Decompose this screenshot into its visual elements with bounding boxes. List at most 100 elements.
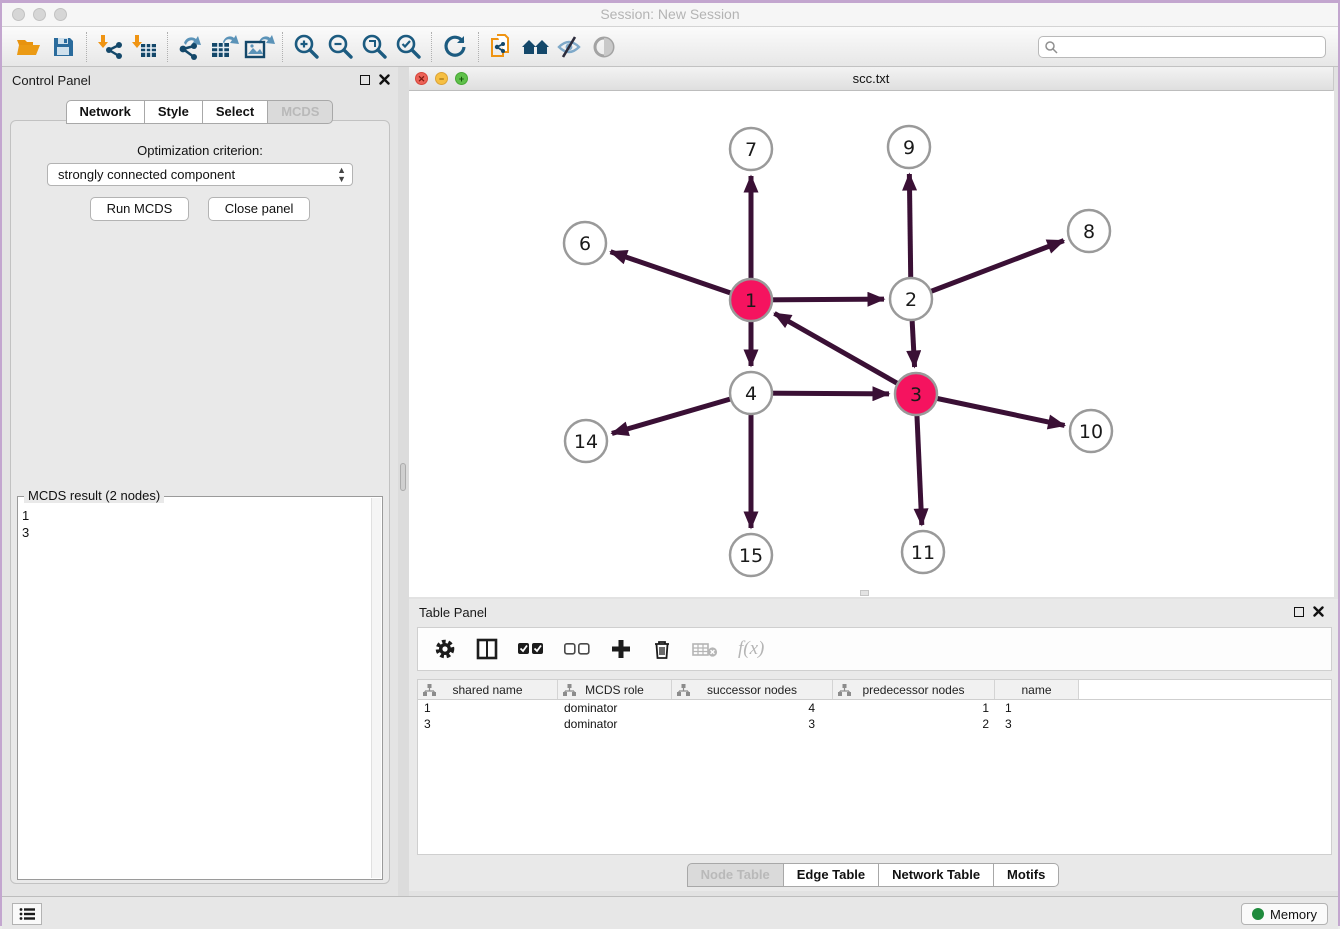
toolbar-separator: [431, 32, 432, 62]
tab-motifs[interactable]: Motifs: [993, 863, 1059, 887]
column-label: successor nodes: [707, 683, 797, 697]
column-header-name[interactable]: name: [995, 680, 1079, 699]
table-toolbar: f(x): [417, 627, 1332, 671]
column-header-mcds-role[interactable]: MCDS role: [558, 680, 672, 699]
close-panel-icon[interactable]: [379, 74, 390, 85]
export-table-button[interactable]: [208, 32, 242, 62]
zoom-in-button[interactable]: [289, 32, 323, 62]
column-label: predecessor nodes: [862, 683, 964, 697]
zoom-out-button[interactable]: [323, 32, 357, 62]
import-table-icon: [130, 33, 158, 61]
cell-shared-name[interactable]: 1: [418, 700, 558, 716]
tab-network-table[interactable]: Network Table: [878, 863, 994, 887]
mcds-result-list[interactable]: 1 3: [22, 507, 370, 877]
column-header-successor-nodes[interactable]: successor nodes: [672, 680, 833, 699]
node-label-8: 8: [1083, 221, 1095, 243]
import-network-button[interactable]: [93, 32, 127, 62]
network-window-titlebar[interactable]: ✕ − + scc.txt: [409, 67, 1333, 91]
cell-successor-nodes[interactable]: 4: [672, 700, 833, 716]
splitter-grip[interactable]: [400, 463, 406, 491]
float-panel-icon[interactable]: [360, 75, 370, 85]
refresh-icon: [442, 34, 468, 60]
tab-network[interactable]: Network: [66, 100, 145, 124]
column-header-predecessor-nodes[interactable]: predecessor nodes: [833, 680, 995, 699]
tab-edge-table[interactable]: Edge Table: [783, 863, 879, 887]
import-network-icon: [96, 33, 124, 61]
table-row[interactable]: 1 dominator 4 1 1: [418, 700, 1331, 716]
select-all-checkboxes-button[interactable]: [518, 642, 544, 656]
toggle-panel-button columns-icon[interactable]: [476, 638, 498, 660]
list-icon: [19, 907, 35, 921]
run-mcds-button[interactable]: Run MCDS: [90, 197, 190, 221]
cell-predecessor-nodes[interactable]: 1: [833, 700, 995, 716]
close-table-panel-icon[interactable]: [1313, 606, 1324, 617]
toolbar-separator: [282, 32, 283, 62]
export-image-button[interactable]: [242, 32, 276, 62]
refresh-button[interactable]: [438, 32, 472, 62]
delete-column-button trash-icon[interactable]: [652, 638, 672, 660]
column-header-shared-name[interactable]: shared name: [418, 680, 558, 699]
zoom-selected-button[interactable]: [391, 32, 425, 62]
hide-selected-button[interactable]: [553, 32, 587, 62]
table-settings-button gear-icon[interactable]: [434, 638, 456, 660]
vertical-splitter[interactable]: [398, 67, 409, 896]
duplicate-network-button[interactable]: [485, 32, 519, 62]
tab-select[interactable]: Select: [202, 100, 268, 124]
export-network-button[interactable]: [174, 32, 208, 62]
add-column-button plus-icon[interactable]: [610, 638, 632, 660]
delete-table-button[interactable]: [692, 640, 718, 658]
column-label: name: [1021, 683, 1051, 697]
node-label-11: 11: [911, 542, 935, 564]
first-neighbors-button[interactable]: [519, 32, 553, 62]
memory-button[interactable]: Memory: [1241, 903, 1328, 925]
column-label: MCDS role: [585, 683, 644, 697]
table-row[interactable]: 3 dominator 3 2 3: [418, 716, 1331, 732]
close-panel-button[interactable]: Close panel: [208, 197, 311, 221]
zoom-fit-button[interactable]: [357, 32, 391, 62]
float-table-panel-icon[interactable]: [1294, 607, 1304, 617]
criterion-select[interactable]: strongly connected component ▲▼: [47, 163, 353, 186]
tab-mcds[interactable]: MCDS: [267, 100, 333, 124]
search-box[interactable]: [1038, 36, 1326, 58]
control-panel-title: Control Panel: [12, 73, 91, 88]
cell-name[interactable]: 3: [995, 716, 1079, 732]
task-history-button[interactable]: [12, 903, 42, 925]
show-hidden-button[interactable]: [587, 32, 621, 62]
network-graph-canvas[interactable]: 7968124314101511: [409, 91, 1334, 597]
cell-successor-nodes[interactable]: 3: [672, 716, 833, 732]
cell-shared-name[interactable]: 3: [418, 716, 558, 732]
mcds-panel: Optimization criterion: strongly connect…: [10, 120, 390, 884]
save-icon: [51, 35, 75, 59]
result-scrollbar[interactable]: [371, 498, 381, 878]
network-bottom-grip[interactable]: [860, 590, 869, 596]
function-builder-button fx-icon[interactable]: f(x): [738, 638, 764, 660]
deselect-all-checkboxes-button[interactable]: [564, 642, 590, 656]
zoom-selected-icon: [394, 33, 422, 61]
network-window-title: scc.txt: [409, 71, 1333, 86]
edge-3-10[interactable]: [916, 394, 1065, 425]
open-session-button[interactable]: [12, 32, 46, 62]
search-input[interactable]: [1062, 39, 1325, 55]
hierarchy-icon: [423, 684, 436, 696]
control-panel-tabs: NetworkStyleSelectMCDS: [2, 100, 398, 124]
node-table[interactable]: shared name MCDS role successor nodes pr…: [417, 679, 1332, 855]
edge-3-1[interactable]: [774, 313, 916, 394]
edge-2-8[interactable]: [911, 241, 1064, 299]
import-table-button[interactable]: [127, 32, 161, 62]
table-panel-title: Table Panel: [419, 605, 487, 620]
edge-1-6[interactable]: [611, 252, 751, 300]
cell-name[interactable]: 1: [995, 700, 1079, 716]
node-label-10: 10: [1079, 421, 1103, 443]
zoom-in-icon: [292, 33, 320, 61]
tab-node-table[interactable]: Node Table: [687, 863, 784, 887]
hierarchy-icon: [677, 684, 690, 696]
zoom-fit-icon: [360, 33, 388, 61]
tab-style[interactable]: Style: [144, 100, 203, 124]
cell-mcds-role[interactable]: dominator: [558, 700, 672, 716]
hierarchy-icon: [563, 684, 576, 696]
cell-mcds-role[interactable]: dominator: [558, 716, 672, 732]
cell-predecessor-nodes[interactable]: 2: [833, 716, 995, 732]
mcds-result-box: MCDS result (2 nodes) 1 3: [17, 496, 383, 880]
save-session-button[interactable]: [46, 32, 80, 62]
window-title: Session: New Session: [2, 6, 1338, 22]
